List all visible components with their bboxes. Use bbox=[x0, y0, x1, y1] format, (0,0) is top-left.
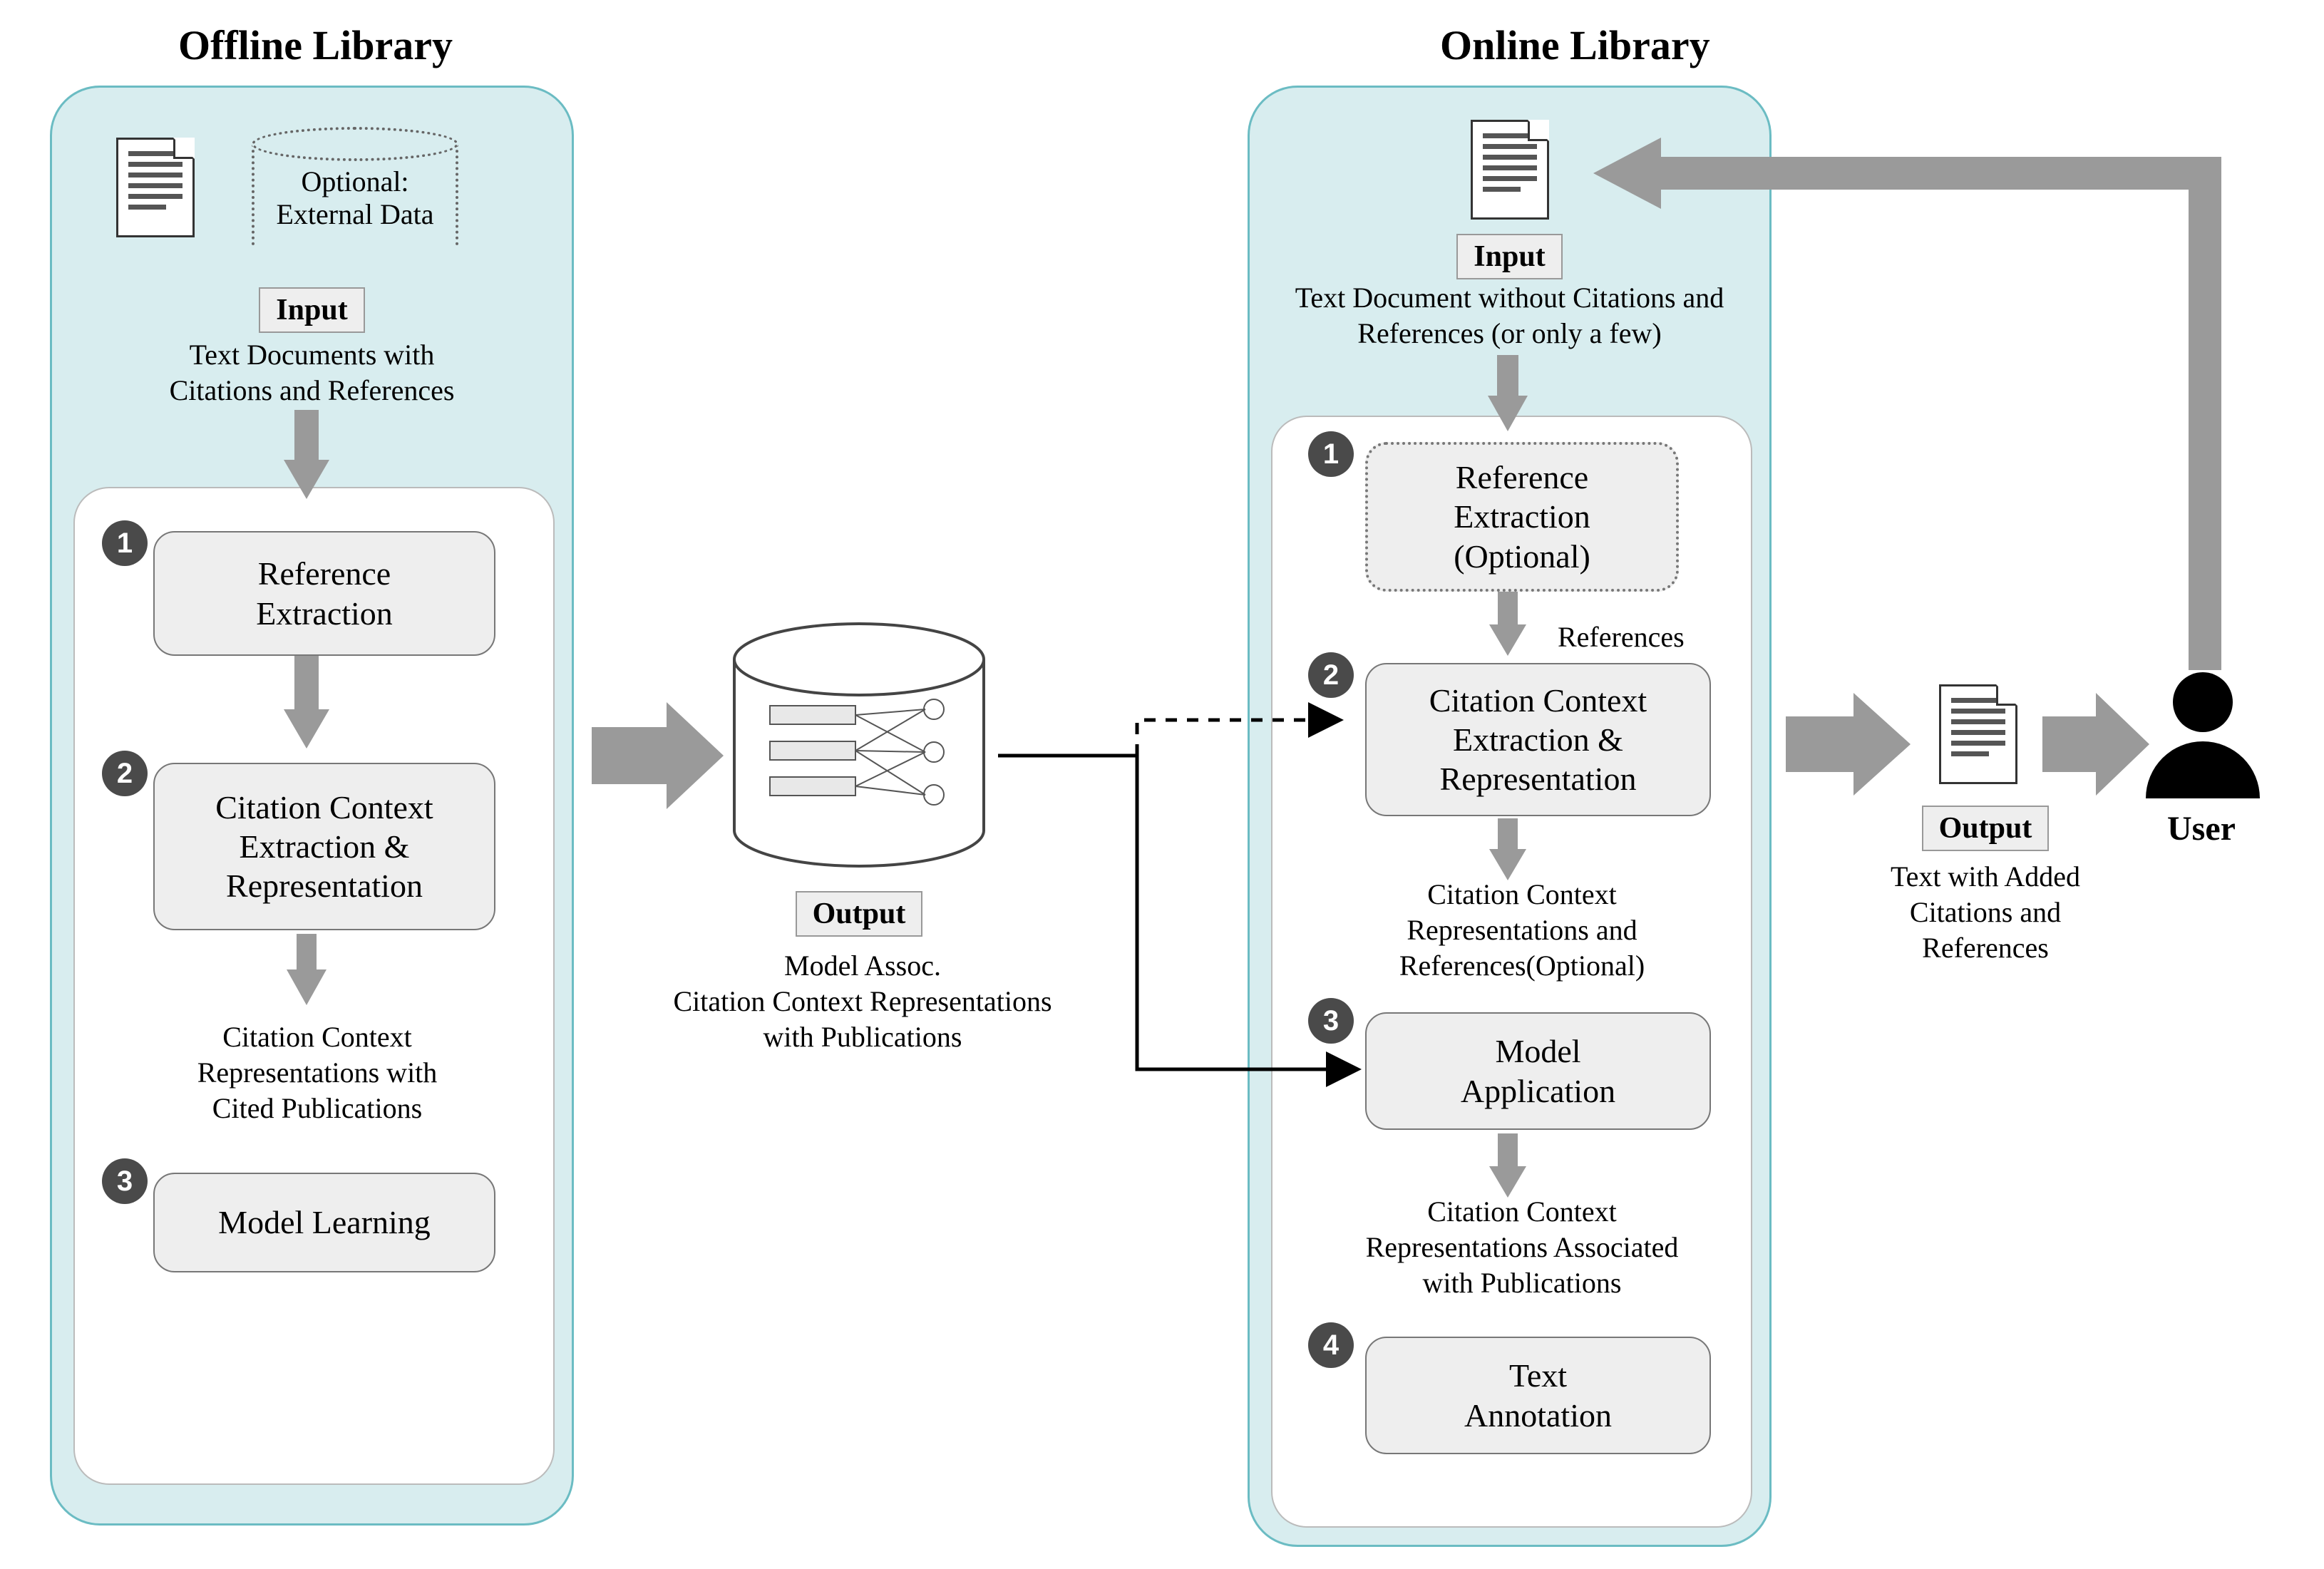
db-output-tag: Output bbox=[796, 891, 923, 937]
arrow-online-to-output bbox=[1786, 693, 1911, 796]
offline-input-caption: Text Documents with Citations and Refere… bbox=[88, 337, 536, 408]
offline-panel: Optional: External Data Input Text Docum… bbox=[50, 86, 574, 1526]
offline-steps-panel: Reference Extraction 1 Citation Context … bbox=[73, 487, 555, 1485]
db-caption: Model Assoc. Citation Context Representa… bbox=[663, 948, 1062, 1055]
offline-step-2: Citation Context Extraction & Representa… bbox=[153, 763, 495, 930]
document-icon bbox=[116, 138, 195, 237]
online-mid-2: Citation Context Representations and Ref… bbox=[1337, 877, 1707, 984]
online-badge-3: 3 bbox=[1308, 998, 1354, 1044]
online-steps-panel: Reference Extraction (Optional) 1 Refere… bbox=[1271, 416, 1752, 1528]
offline-badge-2: 2 bbox=[102, 751, 148, 796]
offline-step-1: Reference Extraction bbox=[153, 531, 495, 656]
document-icon bbox=[1471, 120, 1549, 220]
online-badge-2: 2 bbox=[1308, 652, 1354, 698]
offline-badge-1: 1 bbox=[102, 520, 148, 566]
online-title: Online Library bbox=[1440, 21, 1710, 69]
db-cylinder bbox=[720, 620, 998, 877]
arrow-offline-to-db bbox=[592, 702, 724, 809]
document-icon bbox=[1939, 684, 2017, 784]
online-input-tag: Input bbox=[1456, 234, 1562, 279]
online-step-2: Citation Context Extraction & Representa… bbox=[1365, 663, 1711, 816]
offline-input-tag: Input bbox=[259, 287, 364, 333]
references-label: References bbox=[1558, 620, 1685, 654]
offline-title: Offline Library bbox=[178, 21, 453, 69]
online-step-1: Reference Extraction (Optional) bbox=[1365, 442, 1679, 592]
online-input-caption: Text Document without Citations and Refe… bbox=[1264, 280, 1755, 351]
offline-badge-3: 3 bbox=[102, 1158, 148, 1204]
output-caption: Text with Added Citations and References bbox=[1868, 859, 2103, 966]
user-label: User bbox=[2167, 809, 2236, 848]
external-data-cylinder: Optional: External Data bbox=[252, 127, 458, 262]
online-panel: Input Text Document without Citations an… bbox=[1248, 86, 1772, 1547]
online-step-4: Text Annotation bbox=[1365, 1337, 1711, 1454]
online-badge-4: 4 bbox=[1308, 1322, 1354, 1368]
user-icon bbox=[2132, 663, 2274, 806]
output-tag: Output bbox=[1922, 806, 2050, 851]
online-mid-3: Citation Context Representations Associa… bbox=[1330, 1194, 1714, 1301]
online-badge-1: 1 bbox=[1308, 431, 1354, 477]
offline-step-3: Model Learning bbox=[153, 1173, 495, 1272]
online-step-3: Model Application bbox=[1365, 1012, 1711, 1130]
offline-mid-caption: Citation Context Representations with Ci… bbox=[132, 1019, 503, 1126]
external-data-text: Optional: External Data bbox=[252, 127, 458, 262]
